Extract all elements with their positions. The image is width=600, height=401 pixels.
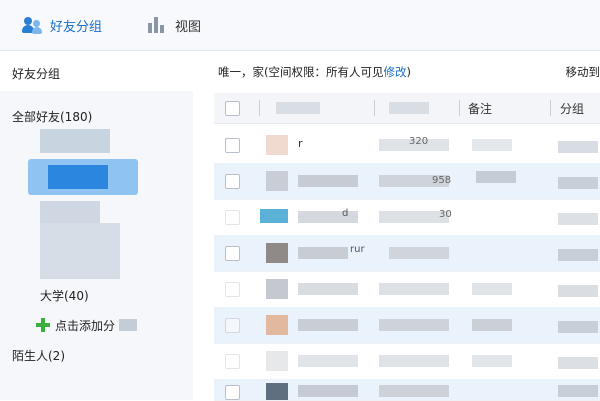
avatar (266, 351, 288, 371)
row-checkbox[interactable] (225, 210, 240, 225)
blurred-text (472, 139, 512, 151)
column-remark[interactable]: 备注 (468, 100, 492, 117)
table-row[interactable]: 958 (214, 163, 600, 200)
account-fragment: 30 (439, 209, 452, 220)
bar-chart-icon (147, 15, 167, 35)
blurred-text (558, 357, 598, 369)
blurred-column-header (276, 102, 320, 114)
row-checkbox[interactable] (225, 138, 240, 153)
group-info: 唯一，家(空间权限：所有人可见修改) (218, 64, 411, 80)
nickname-fragment: d (342, 208, 348, 219)
account-fragment: 958 (432, 175, 451, 186)
row-checkbox[interactable] (225, 282, 240, 297)
edit-permission-link[interactable]: 修改 (384, 65, 407, 79)
plus-icon (36, 318, 50, 332)
table-row[interactable] (214, 307, 600, 344)
select-all-checkbox[interactable] (225, 101, 240, 116)
blurred-text (379, 355, 449, 367)
sidebar-item-strangers[interactable]: 陌生人(2) (12, 347, 65, 364)
column-group[interactable]: 分组 (560, 100, 584, 117)
blurred-text (298, 283, 358, 295)
blurred-text (558, 177, 598, 189)
table-row[interactable] (214, 379, 600, 401)
row-checkbox[interactable] (225, 318, 240, 333)
blurred-text (472, 319, 512, 331)
blurred-column-header (389, 102, 429, 114)
blurred-text (298, 211, 358, 223)
avatar (266, 243, 288, 263)
tab-view-label: 视图 (175, 16, 201, 35)
column-separator (259, 100, 260, 116)
tab-view[interactable]: 视图 (147, 12, 201, 38)
blurred-text (379, 283, 449, 295)
row-checkbox[interactable] (225, 246, 240, 261)
blurred-group-item (40, 223, 120, 279)
blurred-text (379, 319, 449, 331)
table-row[interactable]: rur (214, 235, 600, 272)
top-toolbar: 好友分组 视图 (0, 0, 600, 51)
blurred-text (558, 321, 598, 333)
blurred-text (558, 285, 598, 297)
blurred-text (119, 319, 137, 331)
blurred-text (298, 385, 358, 397)
nickname-fragment: r (298, 137, 303, 150)
table-row[interactable] (214, 271, 600, 308)
nickname-fragment: rur (350, 244, 365, 255)
avatar (266, 279, 288, 299)
blurred-text (558, 249, 598, 261)
table-header: 备注 分组 (214, 93, 600, 124)
add-group-link[interactable]: 点击添加分 (55, 317, 115, 334)
blurred-text (379, 385, 449, 397)
sidebar-item-all-friends[interactable]: 全部好友(180) (12, 108, 92, 125)
blurred-text (476, 171, 516, 183)
column-separator (459, 100, 460, 116)
blurred-text (298, 319, 358, 331)
table-row[interactable] (214, 343, 600, 380)
avatar (266, 171, 288, 191)
blurred-text (558, 213, 598, 225)
blurred-group-item (48, 165, 108, 189)
row-checkbox[interactable] (225, 354, 240, 369)
friend-list-panel: 唯一，家(空间权限：所有人可见修改) 移动到 备注 分组 r 320 958 (193, 51, 600, 400)
sidebar-title: 好友分组 (12, 65, 60, 82)
column-separator (374, 100, 375, 116)
avatar (260, 209, 288, 223)
blurred-text (558, 385, 598, 397)
tab-friend-groups-label: 好友分组 (50, 16, 102, 35)
move-to-button[interactable]: 移动到 (566, 64, 600, 80)
tab-friend-groups[interactable]: 好友分组 (22, 12, 102, 38)
row-checkbox[interactable] (225, 174, 240, 189)
group-sidebar: 好友分组 全部好友(180) 大学(40) 点击添加分 陌生人(2) (0, 51, 193, 400)
column-separator (550, 100, 551, 116)
account-fragment: 320 (409, 136, 428, 147)
table-row[interactable]: d 30 (214, 199, 600, 236)
blurred-text (298, 175, 358, 187)
blurred-text (298, 247, 348, 259)
blurred-group-item (40, 129, 110, 153)
group-info-close: ) (407, 65, 412, 79)
table-row[interactable]: r 320 (214, 127, 600, 164)
group-info-text: 唯一，家(空间权限：所有人可见 (218, 65, 384, 79)
blurred-text (298, 355, 358, 367)
blurred-text (472, 355, 512, 367)
avatar (266, 315, 288, 335)
friends-icon (22, 15, 42, 35)
blurred-text (472, 283, 512, 295)
blurred-text (389, 247, 449, 259)
sidebar-item-university[interactable]: 大学(40) (40, 287, 89, 304)
blurred-group-item (40, 201, 100, 223)
avatar (266, 383, 288, 400)
row-checkbox[interactable] (225, 385, 240, 400)
avatar (266, 135, 288, 155)
blurred-text (558, 141, 598, 153)
